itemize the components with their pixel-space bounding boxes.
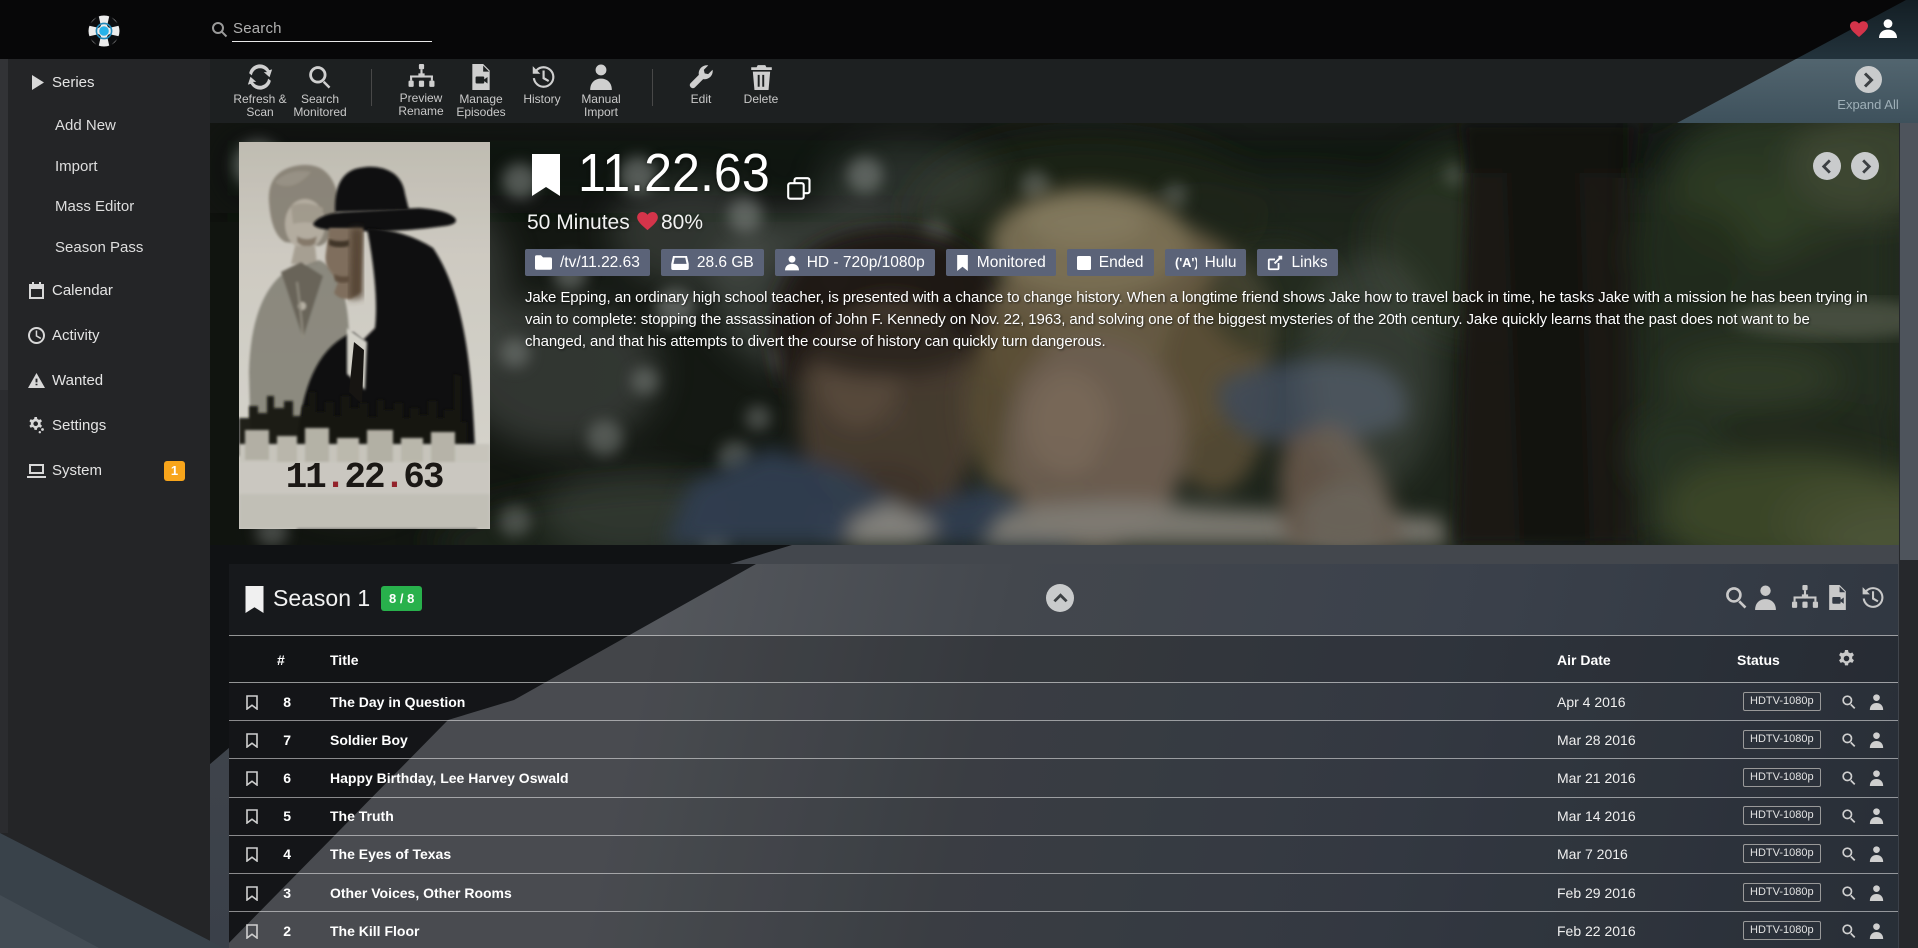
svg-text:('A'): ('A') bbox=[1175, 256, 1197, 270]
